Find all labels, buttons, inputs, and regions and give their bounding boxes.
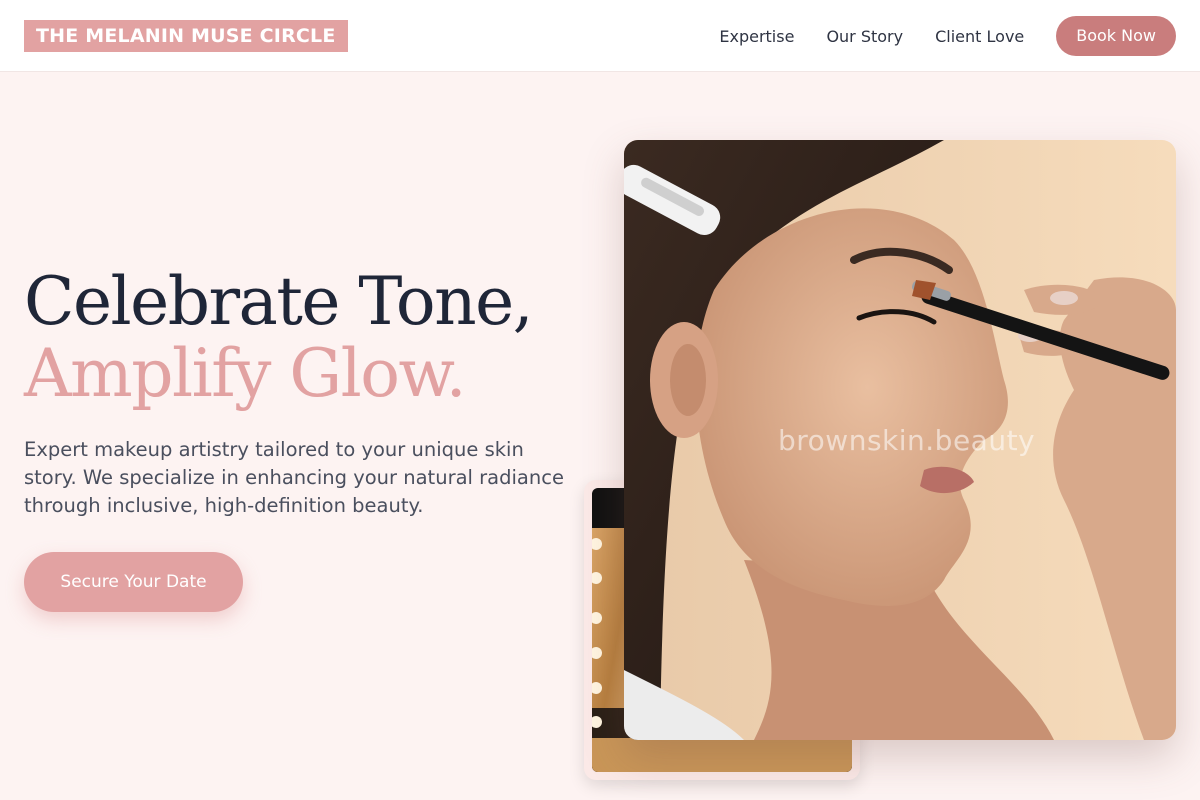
hero-headline: Celebrate Tone, Amplify Glow.	[24, 266, 564, 410]
brand-logo[interactable]: THE MELANIN MUSE CIRCLE	[24, 20, 348, 52]
watermark-text: brownskin.beauty	[778, 424, 1036, 457]
hero-text: Celebrate Tone, Amplify Glow. Expert mak…	[24, 266, 564, 520]
navbar: THE MELANIN MUSE CIRCLE Expertise Our St…	[0, 0, 1200, 72]
nav-link-our-story[interactable]: Our Story	[826, 27, 903, 46]
headline-line-2: Amplify Glow.	[24, 335, 467, 412]
nav-links: Expertise Our Story Client Love Book Now	[719, 16, 1176, 56]
hero-description: Expert makeup artistry tailored to your …	[24, 438, 564, 517]
nav-link-expertise[interactable]: Expertise	[719, 27, 794, 46]
nav-link-client-love[interactable]: Client Love	[935, 27, 1024, 46]
book-now-button[interactable]: Book Now	[1056, 16, 1176, 56]
secure-date-button[interactable]: Secure Your Date	[24, 552, 243, 612]
headline-line-1: Celebrate Tone,	[24, 263, 534, 340]
